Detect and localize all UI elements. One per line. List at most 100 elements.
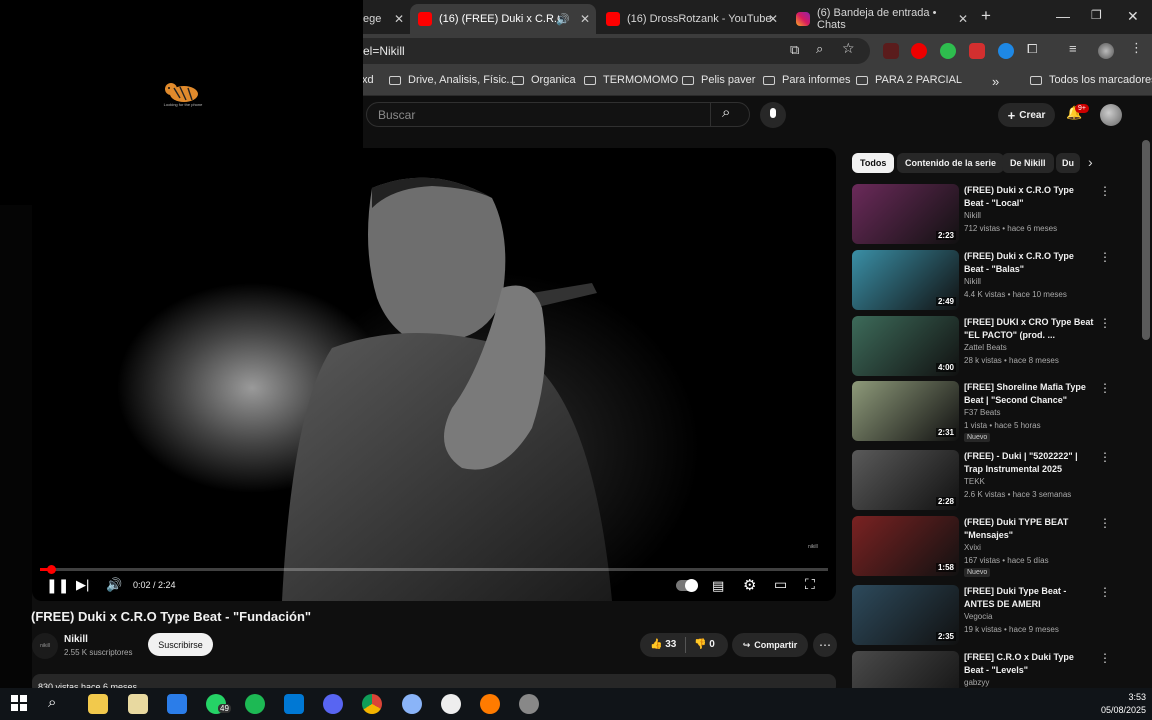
- recommendation-item[interactable]: 1:58 (FREE) Duki TYPE BEAT "Mensajes" Xvix…: [852, 516, 1114, 578]
- extension-icon[interactable]: [883, 43, 899, 59]
- obs-icon[interactable]: [519, 694, 539, 714]
- extension-youtube-icon[interactable]: [911, 43, 927, 59]
- search-icon[interactable]: ⌕: [48, 694, 68, 714]
- channel-name[interactable]: Nikill: [64, 634, 88, 645]
- bookmarks-overflow-icon[interactable]: »: [992, 74, 999, 89]
- notepad-icon[interactable]: [128, 694, 148, 714]
- account-avatar[interactable]: [1100, 104, 1122, 126]
- bookmark-organica[interactable]: Organica: [512, 74, 576, 86]
- settings-gear-icon[interactable]: ⚙: [743, 576, 756, 594]
- like-button[interactable]: 👍 33: [650, 639, 676, 650]
- recommendation-channel[interactable]: gabzyy: [964, 678, 989, 687]
- chrome-menu-icon[interactable]: ⋮: [1130, 40, 1143, 56]
- search-input[interactable]: [366, 102, 750, 127]
- bookmark-pelis[interactable]: Pelis paver: [682, 74, 755, 86]
- recommendation-title[interactable]: [FREE] Duki Type Beat - ANTES DE AMERI: [964, 585, 1094, 611]
- more-actions-button[interactable]: ⋯: [813, 633, 837, 657]
- taskbar-clock[interactable]: 3:53 05/08/2025: [1094, 691, 1146, 717]
- more-vertical-icon[interactable]: ⋮: [1099, 250, 1111, 264]
- recommendation-title[interactable]: (FREE) Duki x C.R.O Type Beat - "Local": [964, 184, 1094, 210]
- recommendation-channel[interactable]: Nikill: [964, 211, 981, 220]
- recommendation-item[interactable]: 2:35 [FREE] Duki Type Beat - ANTES DE AME…: [852, 585, 1114, 647]
- bookmark-star-icon[interactable]: ☆: [842, 40, 855, 57]
- bookmark-parcial[interactable]: PARA 2 PARCIAL: [856, 74, 962, 86]
- voice-search-button[interactable]: [760, 102, 786, 128]
- tab-active-video[interactable]: (16) (FREE) Duki x C.R.O Typ 🔊 ✕: [410, 4, 596, 34]
- volume-icon[interactable]: 🔊: [106, 577, 122, 593]
- create-button[interactable]: + Crear: [998, 103, 1055, 127]
- progress-scrubber[interactable]: [47, 565, 57, 574]
- recommendation-item[interactable]: 2:31 [FREE] Shoreline Mafia Type Beat | "…: [852, 381, 1114, 443]
- close-window-icon[interactable]: ✕: [1127, 8, 1139, 25]
- profile-avatar-icon[interactable]: [1098, 43, 1114, 59]
- close-icon[interactable]: ✕: [394, 12, 404, 26]
- extension-blue-icon[interactable]: [998, 43, 1014, 59]
- recommendation-channel[interactable]: Vegocia: [964, 612, 992, 621]
- bookmark-drive[interactable]: Drive, Analisis, Físic...: [389, 74, 516, 86]
- tab-1[interactable]: ege ✕: [355, 4, 410, 34]
- recommendation-title[interactable]: (FREE) - Duki | "5202222" | Trap Instrum…: [964, 450, 1094, 476]
- tab-instagram[interactable]: (6) Bandeja de entrada • Chats ✕: [788, 4, 974, 34]
- spotify-icon[interactable]: [245, 694, 265, 714]
- bookmark-informes[interactable]: Para informes: [763, 74, 850, 86]
- recommendation-channel[interactable]: TEKK: [964, 477, 985, 486]
- recommendation-item[interactable]: 2:28 (FREE) - Duki | "5202222" | Trap Ins…: [852, 450, 1114, 512]
- chevron-right-icon[interactable]: ›: [1088, 154, 1093, 170]
- next-icon[interactable]: ▶|: [76, 577, 89, 593]
- share-button[interactable]: ↪ Compartir: [732, 633, 808, 657]
- zoom-icon[interactable]: ⌕: [816, 41, 823, 57]
- vscode-icon[interactable]: [284, 694, 304, 714]
- video-thumbnail[interactable]: 1:58: [852, 516, 959, 576]
- progress-bar[interactable]: [40, 568, 828, 571]
- close-icon[interactable]: ✕: [580, 12, 590, 26]
- chrome-icon[interactable]: [362, 694, 382, 714]
- steam-icon[interactable]: [441, 694, 461, 714]
- speaker-icon[interactable]: 🔊: [556, 13, 570, 26]
- address-url[interactable]: el=Nikill: [363, 44, 405, 58]
- scrollbar[interactable]: [1142, 140, 1150, 340]
- more-vertical-icon[interactable]: ⋮: [1099, 450, 1111, 464]
- more-vertical-icon[interactable]: ⋮: [1099, 381, 1111, 395]
- recommendation-channel[interactable]: F37 Beats: [964, 408, 1000, 417]
- video-thumbnail[interactable]: 2:28: [852, 450, 959, 510]
- recommendation-item[interactable]: 2:49 (FREE) Duki x C.R.O Type Beat - "Bal…: [852, 250, 1114, 312]
- minimize-icon[interactable]: —: [1056, 8, 1070, 24]
- theater-mode-icon[interactable]: ▭: [774, 576, 787, 593]
- video-thumbnail[interactable]: 2:49: [852, 250, 959, 310]
- more-vertical-icon[interactable]: ⋮: [1099, 184, 1111, 198]
- recommendation-title[interactable]: (FREE) Duki TYPE BEAT "Mensajes": [964, 516, 1094, 542]
- media-control-icon[interactable]: ≡: [1069, 41, 1077, 56]
- recommendation-title[interactable]: [FREE] DUKI x CRO Type Beat "EL PACTO" (…: [964, 316, 1094, 342]
- recommendation-item[interactable]: 2:23 (FREE) Duki x C.R.O Type Beat - "Loc…: [852, 184, 1114, 246]
- store-icon[interactable]: [167, 694, 187, 714]
- more-vertical-icon[interactable]: ⋮: [1099, 585, 1111, 599]
- video-player[interactable]: [32, 148, 836, 601]
- channel-avatar[interactable]: nikill: [32, 633, 58, 659]
- video-thumbnail[interactable]: 4:00: [852, 316, 959, 376]
- video-thumbnail[interactable]: 2:35: [852, 585, 959, 645]
- tab-dross[interactable]: (16) DrossRotzank - YouTube ✕: [598, 4, 784, 34]
- more-vertical-icon[interactable]: ⋮: [1099, 651, 1111, 665]
- chip-more[interactable]: Du: [1056, 153, 1080, 173]
- recommendation-channel[interactable]: Nikill: [964, 277, 981, 286]
- install-app-icon[interactable]: ⧉: [790, 42, 799, 58]
- bookmark-termomomo[interactable]: TERMOMOMO: [584, 74, 678, 86]
- more-vertical-icon[interactable]: ⋮: [1099, 316, 1111, 330]
- more-vertical-icon[interactable]: ⋮: [1099, 516, 1111, 530]
- pause-icon[interactable]: ❚❚: [46, 577, 69, 594]
- close-icon[interactable]: ✕: [768, 12, 778, 26]
- extensions-puzzle-icon[interactable]: ⧠: [1027, 41, 1037, 57]
- recommendation-channel[interactable]: Zattel Beats: [964, 343, 1007, 352]
- chip-channel[interactable]: De Nikill: [1002, 153, 1054, 173]
- autoplay-toggle[interactable]: [676, 579, 698, 592]
- media-player-icon[interactable]: [480, 694, 500, 714]
- recommendation-channel[interactable]: Xvixi: [964, 543, 981, 552]
- recommendation-item[interactable]: 4:00 [FREE] DUKI x CRO Type Beat "EL PACT…: [852, 316, 1114, 378]
- bookmark-xd[interactable]: xd: [362, 74, 374, 86]
- recommendation-title[interactable]: (FREE) Duki x C.R.O Type Beat - "Balas": [964, 250, 1094, 276]
- chip-series[interactable]: Contenido de la serie: [897, 153, 1005, 173]
- discord-icon[interactable]: [323, 694, 343, 714]
- bookmark-all[interactable]: Todos los marcadores: [1030, 74, 1152, 86]
- recommendation-title[interactable]: [FREE] Shoreline Mafia Type Beat | "Seco…: [964, 381, 1094, 407]
- app-icon[interactable]: [402, 694, 422, 714]
